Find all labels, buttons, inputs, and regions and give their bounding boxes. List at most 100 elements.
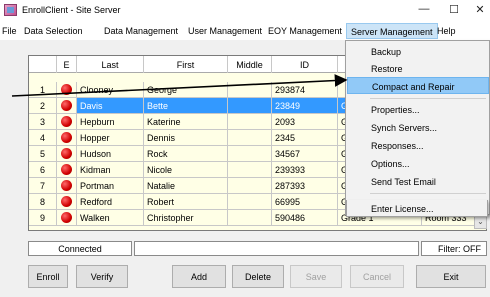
cell-e[interactable] [57,98,77,114]
menu-item-restore[interactable]: Restore [347,60,489,77]
header-row-number [29,56,57,73]
cell-e[interactable] [57,194,77,210]
cancel-button[interactable]: Cancel [350,265,404,288]
menu-file[interactable]: File [2,26,17,36]
cell-id[interactable]: 287393 [272,178,338,194]
cell-id[interactable]: 66995 [272,194,338,210]
cell-last[interactable]: Portman [77,178,144,194]
menu-data-management[interactable]: Data Management [104,26,178,36]
minimize-button[interactable]: — [412,3,436,15]
cell-first[interactable]: George [144,82,228,98]
menu-user-management[interactable]: User Management [188,26,262,36]
menu-bar: File Data Selection Data Management User… [0,22,490,40]
error-status-icon [61,164,72,175]
menu-eoy-management[interactable]: EOY Management [268,26,342,36]
cell-first[interactable]: Rock [144,146,228,162]
menu-item-enter-license[interactable]: Enter License... [346,200,488,217]
scroll-down-icon[interactable]: ⌄ [474,215,487,229]
header-first[interactable]: First [144,56,228,73]
cell-e[interactable] [57,114,77,130]
add-button[interactable]: Add [172,265,226,288]
cell-last[interactable]: Redford [77,194,144,210]
header-middle[interactable]: Middle [228,56,272,73]
cell-num[interactable]: 9 [29,210,57,226]
cell-e[interactable] [57,82,77,98]
cell-num[interactable]: 2 [29,98,57,114]
cell-middle[interactable] [228,98,272,114]
menu-item-compact-and-repair[interactable]: Compact and Repair [347,77,489,94]
cell-middle[interactable] [228,194,272,210]
error-status-icon [61,84,72,95]
cell-num[interactable]: 8 [29,194,57,210]
cell-last[interactable]: Walken [77,210,144,226]
cell-last[interactable]: Hudson [77,146,144,162]
exit-button[interactable]: Exit [416,265,486,288]
error-status-icon [61,180,72,191]
menu-server-management[interactable]: Server Management [346,23,438,39]
menu-help[interactable]: Help [437,26,456,36]
error-status-icon [61,148,72,159]
cell-first[interactable]: Bette [144,98,228,114]
menu-item-synch-servers[interactable]: Synch Servers... [347,119,489,136]
cell-middle[interactable] [228,210,272,226]
header-e[interactable]: E [57,56,77,73]
cell-id[interactable]: 293874 [272,82,338,98]
cell-middle[interactable] [228,130,272,146]
cell-id[interactable]: 590486 [272,210,338,226]
cell-e[interactable] [57,210,77,226]
save-button[interactable]: Save [290,265,342,288]
close-button[interactable]: ✕ [468,3,490,16]
cell-num[interactable]: 4 [29,130,57,146]
cell-last[interactable]: Hopper [77,130,144,146]
cell-id[interactable]: 2093 [272,114,338,130]
cell-first[interactable]: Katerine [144,114,228,130]
cell-num[interactable]: 3 [29,114,57,130]
menu-item-options[interactable]: Options... [347,155,489,172]
cell-e[interactable] [57,162,77,178]
cell-id[interactable]: 2345 [272,130,338,146]
header-last[interactable]: Last [77,56,144,73]
header-id[interactable]: ID [272,56,338,73]
cell-first[interactable]: Christopher [144,210,228,226]
cell-middle[interactable] [228,178,272,194]
menu-data-selection[interactable]: Data Selection [24,26,83,36]
cell-id[interactable]: 239393 [272,162,338,178]
cell-num[interactable]: 1 [29,82,57,98]
cell-middle[interactable] [228,162,272,178]
cell-first[interactable]: Robert [144,194,228,210]
menu-item-properties[interactable]: Properties... [347,101,489,118]
cell-first[interactable]: Nicole [144,162,228,178]
enroll-button[interactable]: Enroll [28,265,68,288]
cell-middle[interactable] [228,114,272,130]
error-status-icon [61,212,72,223]
app-icon [4,4,17,16]
cell-id[interactable]: 23849 [272,98,338,114]
delete-button[interactable]: Delete [232,265,284,288]
cell-last[interactable]: Clooney [77,82,144,98]
cell-middle[interactable] [228,82,272,98]
cell-num[interactable]: 6 [29,162,57,178]
cell-e[interactable] [57,146,77,162]
cell-first[interactable]: Natalie [144,178,228,194]
error-status-icon [61,196,72,207]
title-bar: EnrollClient - Site Server — ☐ ✕ [0,0,490,22]
cell-last[interactable]: Davis [77,98,144,114]
menu-item-responses[interactable]: Responses... [347,137,489,154]
connection-status: Connected [28,241,132,256]
cell-e[interactable] [57,130,77,146]
cell-e[interactable] [57,178,77,194]
cell-first[interactable]: Dennis [144,130,228,146]
cell-middle[interactable] [228,146,272,162]
menu-item-send-test-email[interactable]: Send Test Email [347,173,489,190]
error-status-icon [61,100,72,111]
verify-button[interactable]: Verify [76,265,128,288]
cell-num[interactable]: 5 [29,146,57,162]
server-management-menu: Backup Restore Compact and Repair Proper… [345,40,490,215]
menu-item-backup[interactable]: Backup [347,43,489,60]
cell-last[interactable]: Kidman [77,162,144,178]
cell-last[interactable]: Hepburn [77,114,144,130]
cell-num[interactable]: 7 [29,178,57,194]
menu-separator [370,193,486,194]
maximize-button[interactable]: ☐ [442,3,466,16]
cell-id[interactable]: 34567 [272,146,338,162]
